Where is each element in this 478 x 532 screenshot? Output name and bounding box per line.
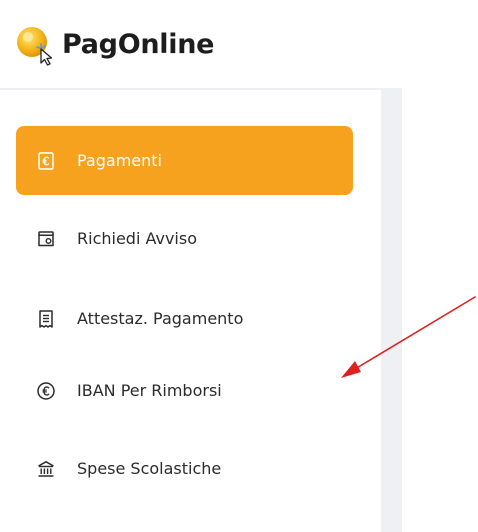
annotation-arrow: [341, 296, 476, 378]
page: PagOnline Pagamenti Richiedi Avviso Atte…: [0, 0, 478, 532]
